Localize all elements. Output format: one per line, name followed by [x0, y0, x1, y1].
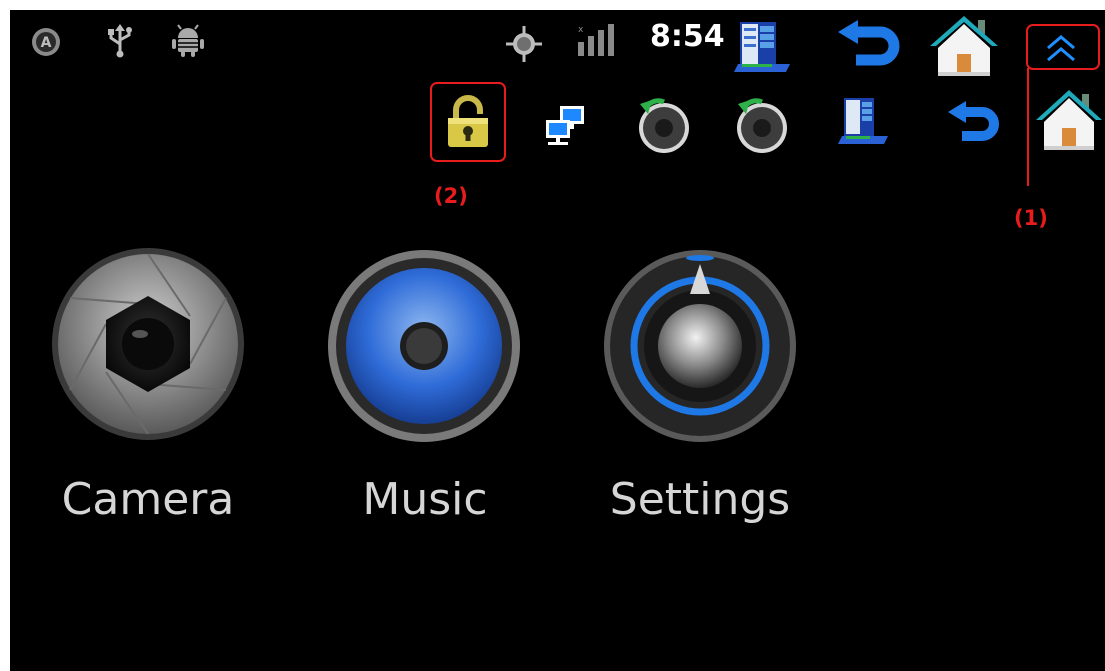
- back-arrow-icon[interactable]: [946, 101, 999, 150]
- overflow-window-icon[interactable]: [732, 20, 794, 74]
- android-debug-icon: [170, 24, 206, 58]
- home-icon[interactable]: [1036, 88, 1102, 152]
- app-label-settings[interactable]: Settings: [610, 478, 790, 522]
- gps-a-icon: A: [30, 26, 62, 58]
- overflow-window-icon[interactable]: [838, 96, 890, 146]
- app-label-music[interactable]: Music: [362, 478, 487, 522]
- annotation-line-1: [1027, 68, 1029, 186]
- annotation-label-2: (2): [434, 184, 468, 208]
- back-arrow-icon[interactable]: [836, 20, 900, 76]
- app-music[interactable]: [326, 248, 522, 444]
- usb-icon: [106, 24, 134, 58]
- speaker-icon: [326, 248, 522, 444]
- speaker-refresh-icon: [734, 98, 790, 154]
- annotation-box-2: [430, 82, 506, 162]
- phone-screen: A x 8:54 (1) (2) Camera Music Settings: [10, 10, 1105, 671]
- signal-bars-icon: x: [576, 22, 622, 58]
- svg-text:x: x: [578, 25, 584, 35]
- camera-aperture-icon: [50, 246, 246, 442]
- notification-row: [10, 80, 1105, 160]
- settings-knob-icon: [602, 246, 798, 442]
- app-settings[interactable]: [602, 246, 798, 442]
- network-icon: [544, 106, 588, 146]
- app-label-camera[interactable]: Camera: [62, 478, 235, 522]
- status-clock: 8:54: [650, 19, 725, 54]
- annotation-label-1: (1): [1014, 206, 1048, 230]
- gps-target-icon: [506, 26, 542, 62]
- svg-text:A: A: [41, 35, 52, 51]
- app-camera[interactable]: [50, 246, 246, 442]
- speaker-refresh-icon: [636, 98, 692, 154]
- status-bar: A x 8:54: [10, 10, 1105, 76]
- home-icon[interactable]: [930, 14, 998, 78]
- annotation-box-1: [1026, 24, 1100, 70]
